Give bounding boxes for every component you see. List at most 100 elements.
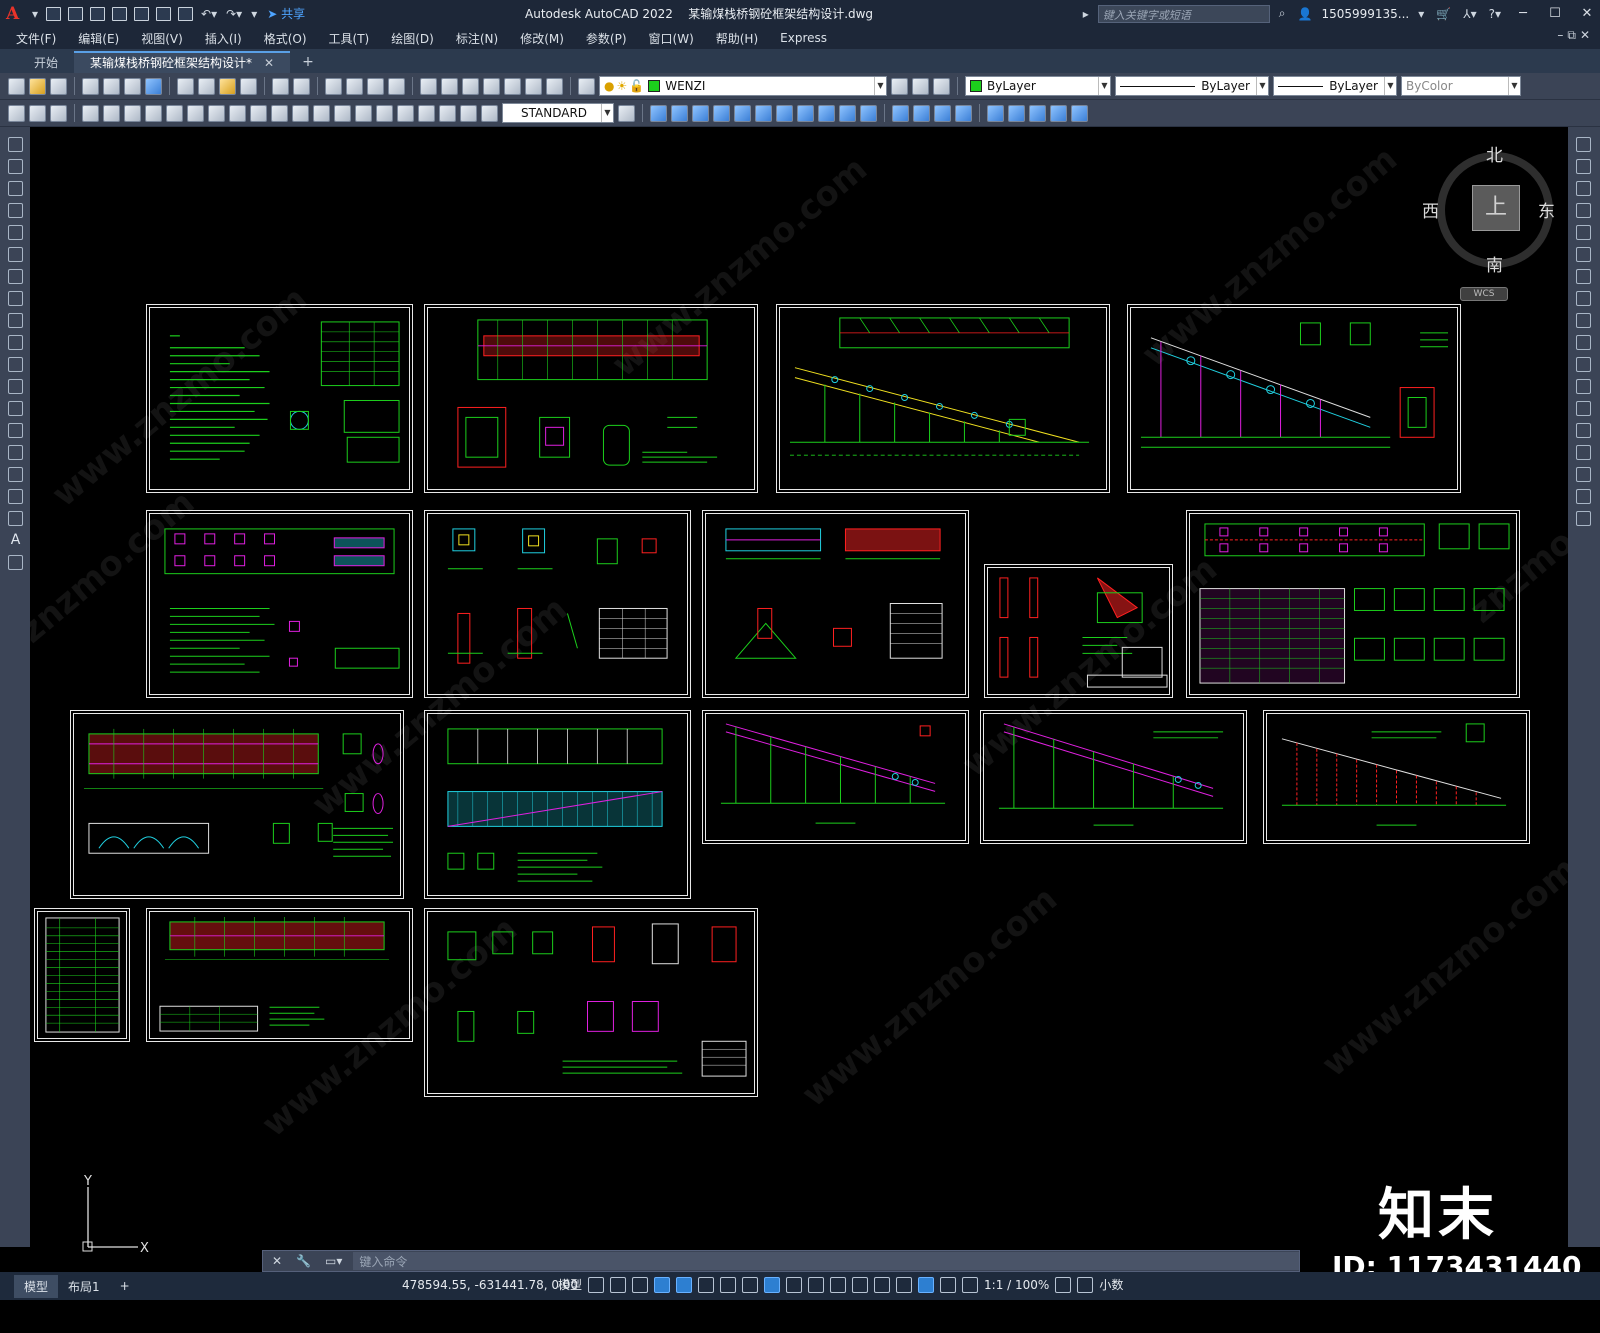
layer-previous-icon[interactable]	[912, 77, 929, 95]
units-display[interactable]: 小数	[1099, 1276, 1123, 1293]
torus-icon[interactable]	[755, 104, 772, 122]
menu-view[interactable]: 视图(V)	[141, 30, 183, 47]
properties-icon[interactable]	[420, 77, 437, 95]
jogged-dimension-icon[interactable]	[187, 104, 204, 122]
menu-window[interactable]: 窗口(W)	[649, 30, 694, 47]
3d-print-icon[interactable]	[145, 77, 162, 95]
3d-rotate-icon[interactable]	[1008, 104, 1025, 122]
plot-preview-icon[interactable]	[103, 77, 120, 95]
open-icon[interactable]	[29, 77, 46, 95]
tab-start[interactable]: 开始	[18, 51, 74, 73]
tab-layout1[interactable]: 布局1	[58, 1275, 110, 1298]
angular-dimension-icon[interactable]	[229, 104, 246, 122]
tool-icon[interactable]	[50, 104, 67, 122]
tab-active-drawing[interactable]: 某输煤栈桥钢砼框架结构设计* ✕	[74, 51, 291, 73]
compass-east[interactable]: 东	[1538, 197, 1555, 222]
break-at-point-icon[interactable]	[1576, 379, 1591, 394]
spline-icon[interactable]	[8, 313, 23, 328]
polyline-icon[interactable]	[8, 181, 23, 196]
drawing-sheet[interactable]	[70, 710, 404, 899]
gradient-icon[interactable]	[8, 467, 23, 482]
cylinder-icon[interactable]	[692, 104, 709, 122]
search-icon[interactable]: ⌕	[1276, 6, 1289, 21]
menu-format[interactable]: 格式(O)	[264, 30, 307, 47]
make-current-layer-icon[interactable]	[891, 77, 908, 95]
share-button[interactable]: ➤ 共享	[267, 5, 305, 22]
help-icon[interactable]: ?▾	[1486, 7, 1504, 21]
aligned-dimension-icon[interactable]	[103, 104, 120, 122]
annotation-visibility-icon[interactable]	[940, 1276, 957, 1293]
menu-modify[interactable]: 修改(M)	[520, 30, 564, 47]
new-tab-button[interactable]: +	[290, 51, 326, 73]
multiline-text-icon[interactable]: A	[8, 533, 23, 548]
point-icon[interactable]	[8, 423, 23, 438]
plot-icon[interactable]	[82, 77, 99, 95]
wcs-menu[interactable]: WCS	[1460, 287, 1508, 301]
drawing-sheet[interactable]	[702, 510, 969, 698]
union-icon[interactable]	[892, 104, 909, 122]
drawing-sheet[interactable]	[424, 710, 691, 899]
loft-icon[interactable]	[839, 104, 856, 122]
slice-icon[interactable]	[955, 104, 972, 122]
fillet-icon[interactable]	[1576, 467, 1591, 482]
dimension-edit-icon[interactable]	[439, 104, 456, 122]
compass-south[interactable]: 南	[1486, 251, 1503, 276]
polar-tracking-icon[interactable]	[698, 1276, 715, 1293]
offset-icon[interactable]	[1576, 203, 1591, 218]
dynamic-ucs-icon[interactable]	[874, 1276, 891, 1293]
tolerance-icon[interactable]	[355, 104, 372, 122]
expand-search-icon[interactable]: ▸	[1080, 7, 1092, 21]
plotstyle-dropdown[interactable]: ByColor ▼	[1401, 76, 1521, 96]
trim-icon[interactable]	[1576, 335, 1591, 350]
dynamic-input-icon[interactable]	[654, 1276, 671, 1293]
tool-icon[interactable]	[29, 104, 46, 122]
lineweight-dropdown[interactable]: ByLayer ▼	[1273, 76, 1397, 96]
undo-icon[interactable]	[272, 77, 289, 95]
drawing-sheet[interactable]	[1186, 510, 1520, 698]
a360-icon[interactable]: ⅄▾	[1460, 7, 1479, 21]
compass-west[interactable]: 西	[1422, 197, 1439, 222]
calculator-icon[interactable]	[525, 77, 542, 95]
blend-icon[interactable]	[1576, 489, 1591, 504]
menu-file[interactable]: 文件(F)	[16, 30, 56, 47]
inspection-icon[interactable]	[397, 104, 414, 122]
join-icon[interactable]	[1576, 423, 1591, 438]
revision-cloud-icon[interactable]	[8, 291, 23, 306]
construction-line-icon[interactable]	[8, 159, 23, 174]
menu-insert[interactable]: 插入(I)	[205, 30, 242, 47]
copy-icon[interactable]	[198, 77, 215, 95]
drawing-sheet[interactable]	[34, 908, 130, 1042]
dimension-style-icon[interactable]	[618, 104, 635, 122]
minimize-button[interactable]: ─	[1510, 6, 1536, 21]
explode-icon[interactable]	[1576, 511, 1591, 526]
drawing-sheet[interactable]	[146, 908, 413, 1042]
zoom-previous-icon[interactable]	[388, 77, 405, 95]
layer-state-icon[interactable]	[933, 77, 950, 95]
sweep-icon[interactable]	[818, 104, 835, 122]
isometric-icon[interactable]	[720, 1276, 737, 1293]
viewcube[interactable]: 上 北 南 东 西	[1422, 146, 1560, 297]
workspace-gear-icon[interactable]	[1055, 1276, 1072, 1293]
infer-constraints-icon[interactable]	[632, 1276, 649, 1293]
menu-tools[interactable]: 工具(T)	[329, 30, 370, 47]
layer-properties-icon[interactable]	[578, 77, 595, 95]
cone-icon[interactable]	[713, 104, 730, 122]
cut-icon[interactable]	[177, 77, 194, 95]
drawing-sheet[interactable]	[424, 908, 758, 1097]
break-icon[interactable]	[1576, 401, 1591, 416]
continue-dimension-icon[interactable]	[292, 104, 309, 122]
presspull-icon[interactable]	[860, 104, 877, 122]
menu-draw[interactable]: 绘图(D)	[391, 30, 434, 47]
customize-qa-icon[interactable]: ▾	[248, 7, 260, 21]
diameter-dimension-icon[interactable]	[208, 104, 225, 122]
quick-dimension-icon[interactable]	[250, 104, 267, 122]
ellipse-icon[interactable]	[8, 335, 23, 350]
stretch-icon[interactable]	[1576, 313, 1591, 328]
object-snap-icon[interactable]	[764, 1276, 781, 1293]
annotation-scale[interactable]: 1:1 / 100%	[984, 1278, 1049, 1292]
ortho-icon[interactable]	[676, 1276, 693, 1293]
gizmo-icon[interactable]	[918, 1276, 935, 1293]
dimension-text-edit-icon[interactable]	[460, 104, 477, 122]
rotate-icon[interactable]	[1576, 269, 1591, 284]
3d-array-icon[interactable]	[1050, 104, 1067, 122]
